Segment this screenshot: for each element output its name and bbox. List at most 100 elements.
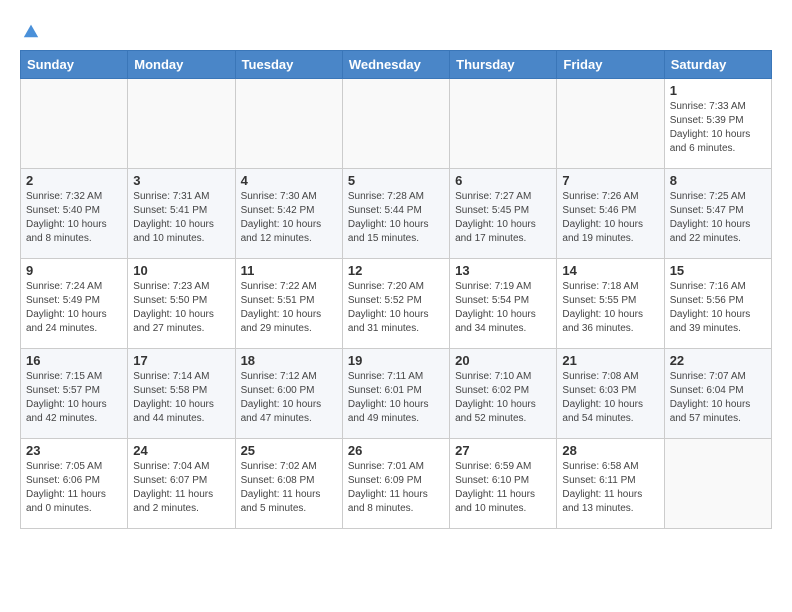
day-info: Sunrise: 6:59 AM Sunset: 6:10 PM Dayligh… [455, 460, 551, 516]
calendar-day-cell: 28Sunrise: 6:58 AM Sunset: 6:11 PM Dayli… [557, 439, 664, 529]
calendar-day-cell [664, 439, 771, 529]
weekday-header: Thursday [450, 51, 557, 79]
day-info: Sunrise: 7:24 AM Sunset: 5:49 PM Dayligh… [26, 280, 122, 336]
calendar-day-cell: 16 Sunrise: 7:15 AM Sunset: 5:57 PM Dayli… [21, 349, 128, 439]
day-info: Sunrise: 7:12 AM Sunset: 6:00 PM Dayligh… [241, 370, 337, 426]
calendar-day-cell: 22 Sunrise: 7:07 AM Sunset: 6:04 PM Dayli… [664, 349, 771, 439]
day-info: Sunrise: 7:18 AM Sunset: 5:55 PM Dayligh… [562, 280, 658, 336]
day-info: Sunrise: 7:05 AM Sunset: 6:06 PM Dayligh… [26, 460, 122, 516]
weekday-header-row: SundayMondayTuesdayWednesdayThursdayFrid… [21, 51, 772, 79]
day-number: 2 [26, 173, 122, 188]
day-info: Sunrise: 7:16 AM Sunset: 5:56 PM Dayligh… [670, 280, 766, 336]
day-info: Sunrise: 7:02 AM Sunset: 6:08 PM Dayligh… [241, 460, 337, 516]
day-info: Sunrise: 7:27 AM Sunset: 5:45 PM Dayligh… [455, 190, 551, 246]
calendar-day-cell: 15 Sunrise: 7:16 AM Sunset: 5:56 PM Dayli… [664, 259, 771, 349]
weekday-header: Tuesday [235, 51, 342, 79]
day-number: 15 [670, 263, 766, 278]
calendar-day-cell: 3 Sunrise: 7:31 AM Sunset: 5:41 PM Daylig… [128, 169, 235, 259]
day-number: 23 [26, 443, 122, 458]
day-info: Sunrise: 7:11 AM Sunset: 6:01 PM Dayligh… [348, 370, 444, 426]
calendar-day-cell [128, 79, 235, 169]
logo-icon [22, 21, 40, 39]
calendar-day-cell: 12Sunrise: 7:20 AM Sunset: 5:52 PM Dayli… [342, 259, 449, 349]
calendar-day-cell [557, 79, 664, 169]
day-number: 22 [670, 353, 766, 368]
day-info: Sunrise: 7:20 AM Sunset: 5:52 PM Dayligh… [348, 280, 444, 336]
day-info: Sunrise: 7:22 AM Sunset: 5:51 PM Dayligh… [241, 280, 337, 336]
calendar-day-cell: 2 Sunrise: 7:32 AM Sunset: 5:40 PM Daylig… [21, 169, 128, 259]
calendar-day-cell: 9 Sunrise: 7:24 AM Sunset: 5:49 PM Daylig… [21, 259, 128, 349]
calendar-day-cell: 27 Sunrise: 6:59 AM Sunset: 6:10 PM Dayli… [450, 439, 557, 529]
day-number: 17 [133, 353, 229, 368]
day-number: 8 [670, 173, 766, 188]
day-info: Sunrise: 7:28 AM Sunset: 5:44 PM Dayligh… [348, 190, 444, 246]
calendar-week-row: 23 Sunrise: 7:05 AM Sunset: 6:06 PM Dayli… [21, 439, 772, 529]
day-number: 14 [562, 263, 658, 278]
calendar-week-row: 1 Sunrise: 7:33 AM Sunset: 5:39 PM Daylig… [21, 79, 772, 169]
calendar-day-cell: 17 Sunrise: 7:14 AM Sunset: 5:58 PM Dayli… [128, 349, 235, 439]
day-info: Sunrise: 7:31 AM Sunset: 5:41 PM Dayligh… [133, 190, 229, 246]
calendar-day-cell: 23 Sunrise: 7:05 AM Sunset: 6:06 PM Dayli… [21, 439, 128, 529]
day-number: 5 [348, 173, 444, 188]
day-number: 18 [241, 353, 337, 368]
calendar-day-cell: 13Sunrise: 7:19 AM Sunset: 5:54 PM Dayli… [450, 259, 557, 349]
day-info: Sunrise: 7:01 AM Sunset: 6:09 PM Dayligh… [348, 460, 444, 516]
calendar-day-cell: 7 Sunrise: 7:26 AM Sunset: 5:46 PM Daylig… [557, 169, 664, 259]
weekday-header: Monday [128, 51, 235, 79]
calendar-day-cell: 18 Sunrise: 7:12 AM Sunset: 6:00 PM Dayli… [235, 349, 342, 439]
calendar-day-cell: 1 Sunrise: 7:33 AM Sunset: 5:39 PM Daylig… [664, 79, 771, 169]
day-number: 9 [26, 263, 122, 278]
calendar-day-cell: 5 Sunrise: 7:28 AM Sunset: 5:44 PM Daylig… [342, 169, 449, 259]
logo-text [20, 20, 40, 44]
calendar-day-cell: 6 Sunrise: 7:27 AM Sunset: 5:45 PM Daylig… [450, 169, 557, 259]
day-number: 4 [241, 173, 337, 188]
day-number: 25 [241, 443, 337, 458]
calendar-day-cell: 10 Sunrise: 7:23 AM Sunset: 5:50 PM Dayli… [128, 259, 235, 349]
day-info: Sunrise: 7:14 AM Sunset: 5:58 PM Dayligh… [133, 370, 229, 426]
day-number: 3 [133, 173, 229, 188]
day-number: 13 [455, 263, 551, 278]
day-info: Sunrise: 7:32 AM Sunset: 5:40 PM Dayligh… [26, 190, 122, 246]
day-number: 6 [455, 173, 551, 188]
day-info: Sunrise: 6:58 AM Sunset: 6:11 PM Dayligh… [562, 460, 658, 516]
day-info: Sunrise: 7:25 AM Sunset: 5:47 PM Dayligh… [670, 190, 766, 246]
weekday-header: Friday [557, 51, 664, 79]
day-number: 11 [241, 263, 337, 278]
day-number: 21 [562, 353, 658, 368]
day-number: 20 [455, 353, 551, 368]
calendar-day-cell: 14 Sunrise: 7:18 AM Sunset: 5:55 PM Dayli… [557, 259, 664, 349]
day-number: 19 [348, 353, 444, 368]
day-info: Sunrise: 7:04 AM Sunset: 6:07 PM Dayligh… [133, 460, 229, 516]
day-info: Sunrise: 7:07 AM Sunset: 6:04 PM Dayligh… [670, 370, 766, 426]
weekday-header: Saturday [664, 51, 771, 79]
day-number: 7 [562, 173, 658, 188]
calendar-week-row: 2 Sunrise: 7:32 AM Sunset: 5:40 PM Daylig… [21, 169, 772, 259]
day-info: Sunrise: 7:08 AM Sunset: 6:03 PM Dayligh… [562, 370, 658, 426]
calendar-day-cell [342, 79, 449, 169]
day-number: 1 [670, 83, 766, 98]
day-number: 16 [26, 353, 122, 368]
calendar-day-cell [450, 79, 557, 169]
logo [20, 20, 40, 40]
day-info: Sunrise: 7:33 AM Sunset: 5:39 PM Dayligh… [670, 100, 766, 156]
calendar-week-row: 16 Sunrise: 7:15 AM Sunset: 5:57 PM Dayli… [21, 349, 772, 439]
calendar-day-cell: 25 Sunrise: 7:02 AM Sunset: 6:08 PM Dayli… [235, 439, 342, 529]
day-number: 10 [133, 263, 229, 278]
calendar-day-cell [21, 79, 128, 169]
day-number: 26 [348, 443, 444, 458]
calendar-week-row: 9 Sunrise: 7:24 AM Sunset: 5:49 PM Daylig… [21, 259, 772, 349]
calendar-day-cell: 24Sunrise: 7:04 AM Sunset: 6:07 PM Dayli… [128, 439, 235, 529]
calendar-day-cell [235, 79, 342, 169]
day-info: Sunrise: 7:15 AM Sunset: 5:57 PM Dayligh… [26, 370, 122, 426]
day-info: Sunrise: 7:30 AM Sunset: 5:42 PM Dayligh… [241, 190, 337, 246]
weekday-header: Sunday [21, 51, 128, 79]
calendar-day-cell: 8 Sunrise: 7:25 AM Sunset: 5:47 PM Daylig… [664, 169, 771, 259]
calendar-table: SundayMondayTuesdayWednesdayThursdayFrid… [20, 50, 772, 529]
day-info: Sunrise: 7:23 AM Sunset: 5:50 PM Dayligh… [133, 280, 229, 336]
calendar-day-cell: 20Sunrise: 7:10 AM Sunset: 6:02 PM Dayli… [450, 349, 557, 439]
day-number: 27 [455, 443, 551, 458]
calendar-day-cell: 4 Sunrise: 7:30 AM Sunset: 5:42 PM Daylig… [235, 169, 342, 259]
calendar-day-cell: 19 Sunrise: 7:11 AM Sunset: 6:01 PM Dayli… [342, 349, 449, 439]
day-info: Sunrise: 7:26 AM Sunset: 5:46 PM Dayligh… [562, 190, 658, 246]
weekday-header: Wednesday [342, 51, 449, 79]
